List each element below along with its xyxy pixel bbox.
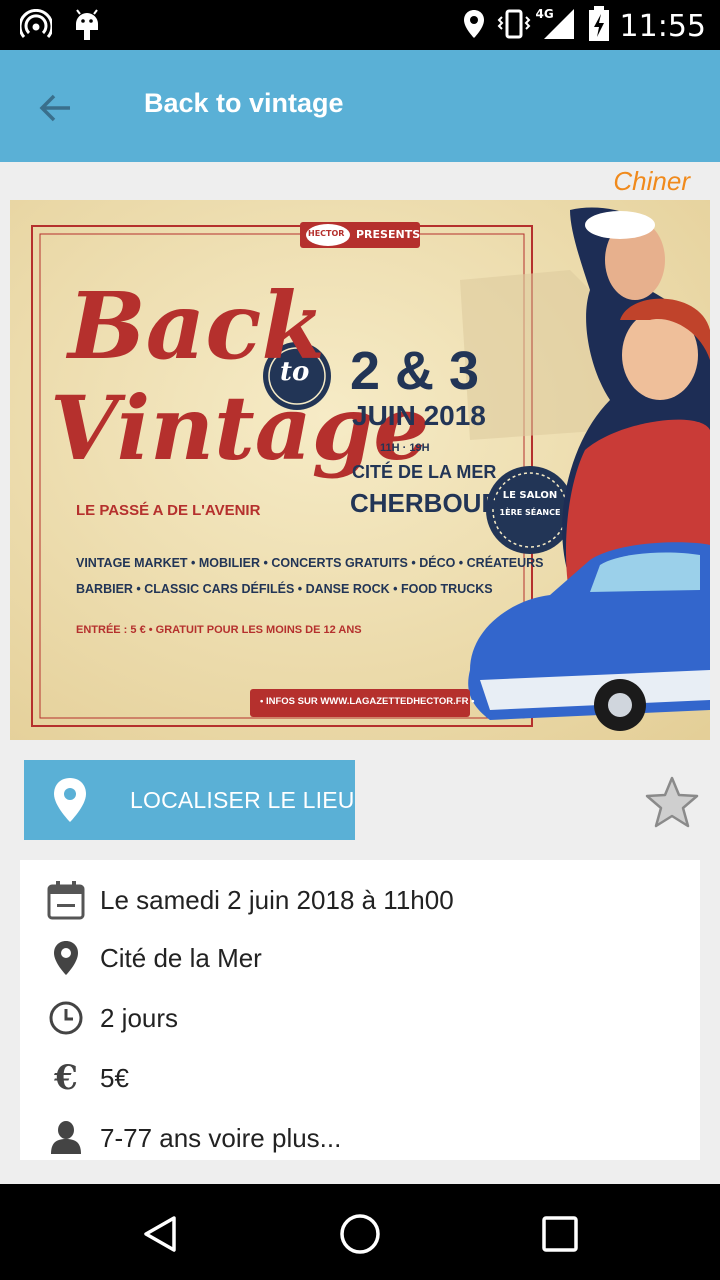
favorite-star-icon[interactable] <box>643 774 701 832</box>
poster-tagline: LE PASSÉ A DE L'AVENIR <box>76 502 261 519</box>
poster-price: ENTRÉE : 5 € • GRATUIT POUR LES MOINS DE… <box>76 624 362 636</box>
detail-date-row: Le samedi 2 juin 2018 à 11h00 <box>20 874 454 926</box>
poster-features-1: VINTAGE MARKET • MOBILIER • CONCERTS GRA… <box>76 556 544 570</box>
back-button[interactable] <box>28 80 84 136</box>
location-pin-icon <box>54 778 86 822</box>
poster-info: • INFOS SUR WWW.LAGAZETTEDHECTOR.FR • <box>260 696 475 707</box>
detail-place-row: Cité de la Mer <box>20 932 262 984</box>
clock: 11:55 <box>619 8 706 44</box>
detail-place: Cité de la Mer <box>100 942 262 973</box>
clock-icon <box>46 998 86 1038</box>
locate-venue-label: LOCALISER LE LIEU <box>130 786 355 813</box>
poster-seal-line1: LE SALON <box>502 490 558 501</box>
vibrate-icon <box>496 9 532 43</box>
app-bar: Back to vintage <box>0 50 720 162</box>
place-icon <box>46 938 86 978</box>
hotspot-icon <box>18 8 54 45</box>
poster-seal-line2: 1ÈRE SÉANCE <box>499 508 561 517</box>
poster-dates: 2 & 3 <box>350 341 480 401</box>
detail-age-row: 7-77 ans voire plus... <box>20 1112 341 1164</box>
android-debug-icon <box>72 8 102 46</box>
signal-icon: 4G <box>536 7 578 45</box>
arrow-back-icon <box>39 94 70 122</box>
poster-hours: 11H · 19H <box>380 442 430 454</box>
detail-age: 7-77 ans voire plus... <box>100 1122 342 1153</box>
event-poster: HECTOR PRESENTS Back to Vintage LE PASSÉ… <box>10 200 710 740</box>
locate-venue-button[interactable]: LOCALISER LE LIEU <box>24 760 355 840</box>
poster-features-2: BARBIER • CLASSIC CARS DÉFILÉS • DANSE R… <box>76 582 493 596</box>
person-icon <box>46 1118 86 1158</box>
battery-icon <box>588 6 610 46</box>
event-details-card: Le samedi 2 juin 2018 à 11h00 Cité de la… <box>20 860 700 1160</box>
poster-presents: PRESENTS <box>356 228 421 241</box>
status-bar: 4G 11:55 <box>0 0 720 50</box>
detail-duration: 2 jours <box>100 1002 179 1033</box>
navigation-bar <box>0 1184 720 1280</box>
page-title: Back to vintage <box>144 88 344 118</box>
poster-presenter: HECTOR <box>308 229 345 238</box>
location-icon <box>462 8 486 44</box>
detail-duration-row: 2 jours <box>20 992 178 1044</box>
poster-month: JUIN 2018 <box>352 400 486 431</box>
calendar-icon <box>46 880 86 920</box>
nav-recents-icon[interactable] <box>540 1214 580 1254</box>
detail-date: Le samedi 2 juin 2018 à 11h00 <box>100 884 454 915</box>
category-label[interactable]: Chiner <box>613 166 690 197</box>
poster-venue: CITÉ DE LA MER <box>352 462 497 482</box>
detail-price: 5€ <box>100 1062 129 1093</box>
euro-icon: € <box>54 1058 78 1098</box>
detail-price-row: € 5€ <box>20 1052 129 1104</box>
nav-back-icon[interactable] <box>140 1214 180 1254</box>
nav-home-icon[interactable] <box>338 1212 382 1256</box>
